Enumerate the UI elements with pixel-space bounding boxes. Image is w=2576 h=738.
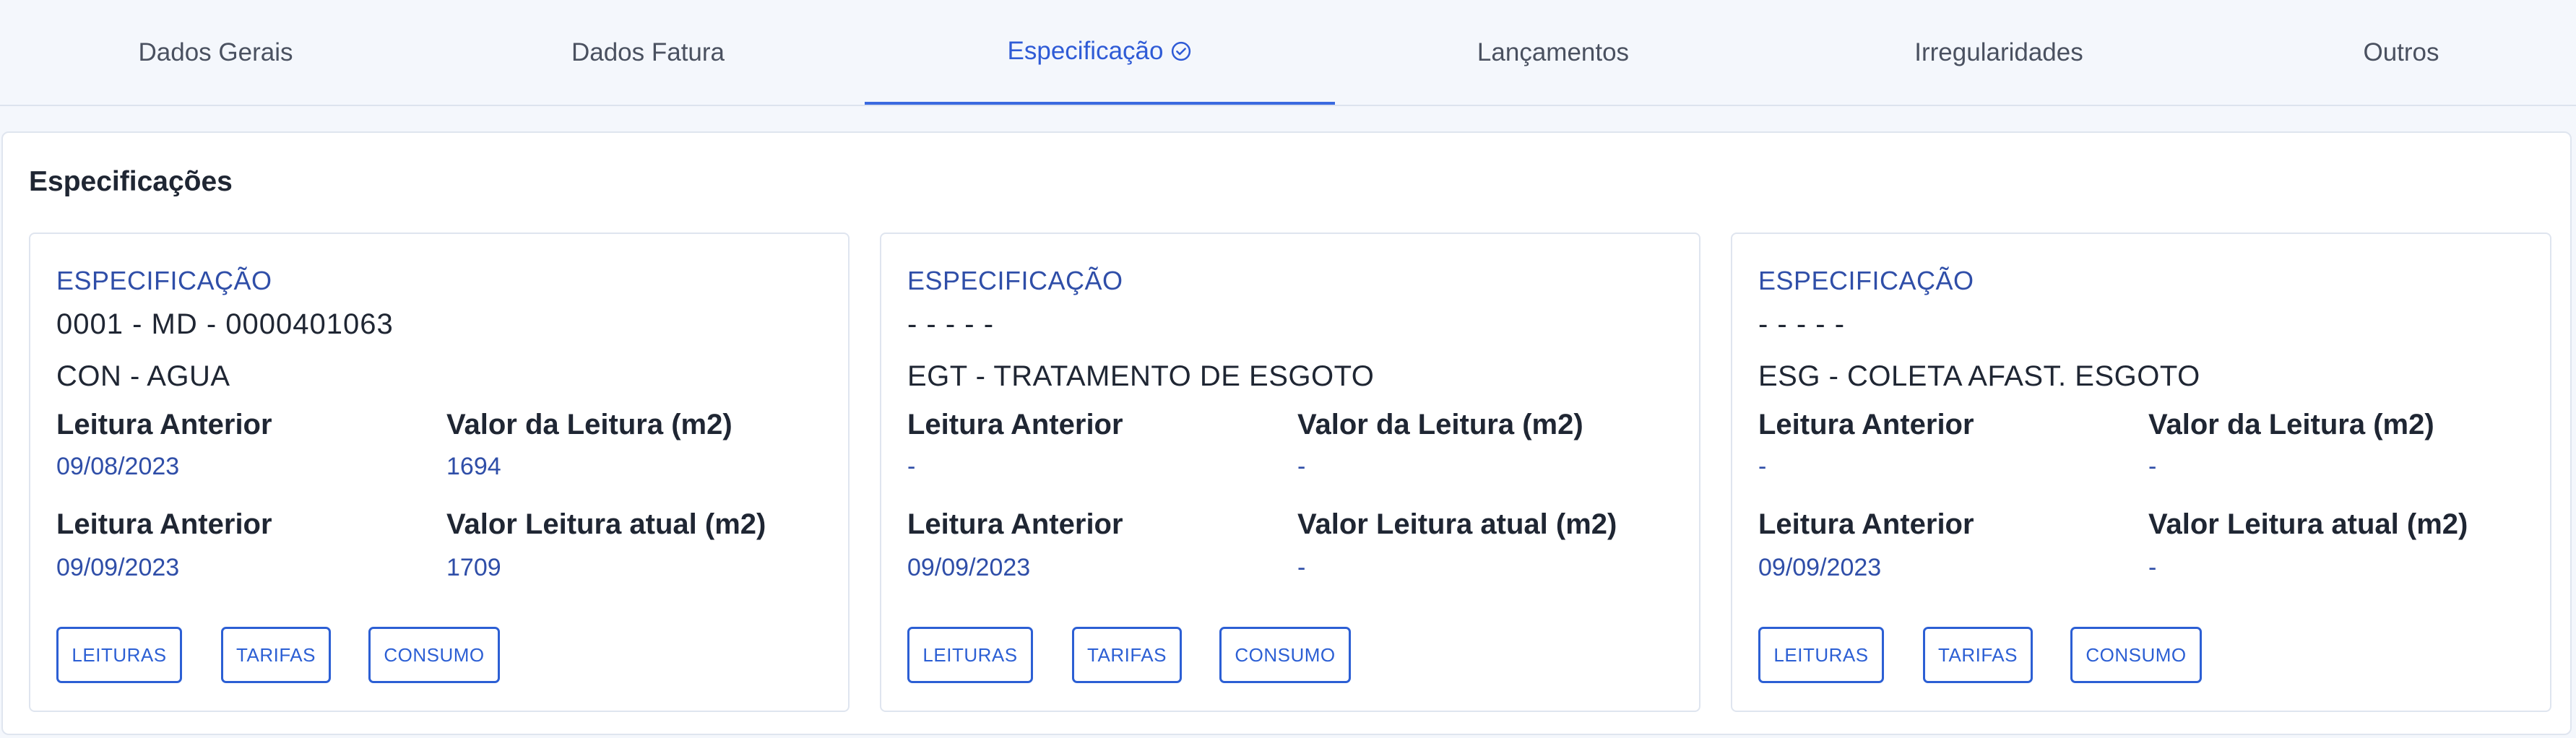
spec-name: ESG - COLETA AFAST. ESGOTO [1758, 360, 2200, 392]
tab-label: Especificação [1007, 36, 1164, 65]
tab-irregularidades[interactable]: Irregularidades [1771, 0, 2226, 105]
previous-reading-value: - [907, 453, 916, 480]
tab-dados-fatura[interactable]: Dados Fatura [431, 0, 865, 105]
current-reading-value-label: Valor Leitura atual (m2) [2148, 508, 2468, 540]
previous-reading-value: - [1758, 453, 1767, 480]
tab-label: Dados Gerais [138, 38, 293, 66]
consumo-button[interactable]: CONSUMO [368, 627, 500, 683]
current-reading-value: - [1297, 554, 1306, 581]
reading-value-label: Valor da Leitura (m2) [2148, 409, 2434, 440]
tarifas-button[interactable]: TARIFAS [1072, 627, 1182, 683]
leituras-button[interactable]: LEITURAS [907, 627, 1033, 683]
reading-value-label: Valor da Leitura (m2) [1297, 409, 1583, 440]
reading-value-label: Valor da Leitura (m2) [446, 409, 732, 440]
tab-bar: Dados Gerais Dados Fatura Especificação … [0, 0, 2576, 106]
current-reading-date-label: Leitura Anterior [1758, 508, 1974, 540]
previous-reading-value: 09/08/2023 [56, 453, 180, 480]
specification-card: ESPECIFICAÇÃO - - - - - ESG - COLETA AFA… [1731, 233, 2551, 712]
previous-reading-label: Leitura Anterior [1758, 409, 1974, 440]
tab-especificacao[interactable]: Especificação [865, 0, 1335, 105]
tarifas-button[interactable]: TARIFAS [221, 627, 331, 683]
tab-label: Lançamentos [1477, 38, 1630, 66]
check-circle-icon [1170, 40, 1192, 62]
spec-code: - - - - - [1758, 308, 1846, 340]
tab-dados-gerais[interactable]: Dados Gerais [0, 0, 431, 105]
specification-card: ESPECIFICAÇÃO - - - - - EGT - TRATAMENTO… [880, 233, 1700, 712]
tab-outros[interactable]: Outros [2226, 0, 2576, 105]
especificacoes-panel: Especificações ESPECIFICAÇÃO 0001 - MD -… [1, 131, 2572, 735]
tab-lancamentos[interactable]: Lançamentos [1335, 0, 1771, 105]
current-reading-value: 1709 [446, 554, 501, 581]
spec-label: ESPECIFICAÇÃO [907, 266, 1123, 295]
consumo-button[interactable]: CONSUMO [2070, 627, 2202, 683]
tab-label: Irregularidades [1914, 38, 2083, 66]
consumo-button[interactable]: CONSUMO [1219, 627, 1351, 683]
current-reading-value: - [2148, 554, 2157, 581]
previous-reading-label: Leitura Anterior [907, 409, 1123, 440]
reading-value: - [1297, 453, 1306, 480]
spec-label: ESPECIFICAÇÃO [56, 266, 272, 295]
panel-title: Especificações [29, 166, 233, 197]
leituras-button[interactable]: LEITURAS [1758, 627, 1884, 683]
spec-name: CON - AGUA [56, 360, 230, 392]
current-reading-value-label: Valor Leitura atual (m2) [446, 508, 766, 540]
spec-code: 0001 - MD - 0000401063 [56, 308, 394, 340]
leituras-button[interactable]: LEITURAS [56, 627, 182, 683]
current-reading-date-label: Leitura Anterior [907, 508, 1123, 540]
spec-name: EGT - TRATAMENTO DE ESGOTO [907, 360, 1375, 392]
spec-code: - - - - - [907, 308, 995, 340]
tab-label: Outros [2363, 38, 2439, 66]
tarifas-button[interactable]: TARIFAS [1923, 627, 2033, 683]
specification-card: ESPECIFICAÇÃO 0001 - MD - 0000401063 CON… [29, 233, 850, 712]
current-reading-date-value: 09/09/2023 [56, 554, 180, 581]
spec-label: ESPECIFICAÇÃO [1758, 266, 1974, 295]
current-reading-date-value: 09/09/2023 [1758, 554, 1882, 581]
reading-value: 1694 [446, 453, 501, 480]
tab-label: Dados Fatura [571, 38, 725, 66]
current-reading-date-value: 09/09/2023 [907, 554, 1031, 581]
current-reading-date-label: Leitura Anterior [56, 508, 272, 540]
previous-reading-label: Leitura Anterior [56, 409, 272, 440]
reading-value: - [2148, 453, 2157, 480]
current-reading-value-label: Valor Leitura atual (m2) [1297, 508, 1617, 540]
